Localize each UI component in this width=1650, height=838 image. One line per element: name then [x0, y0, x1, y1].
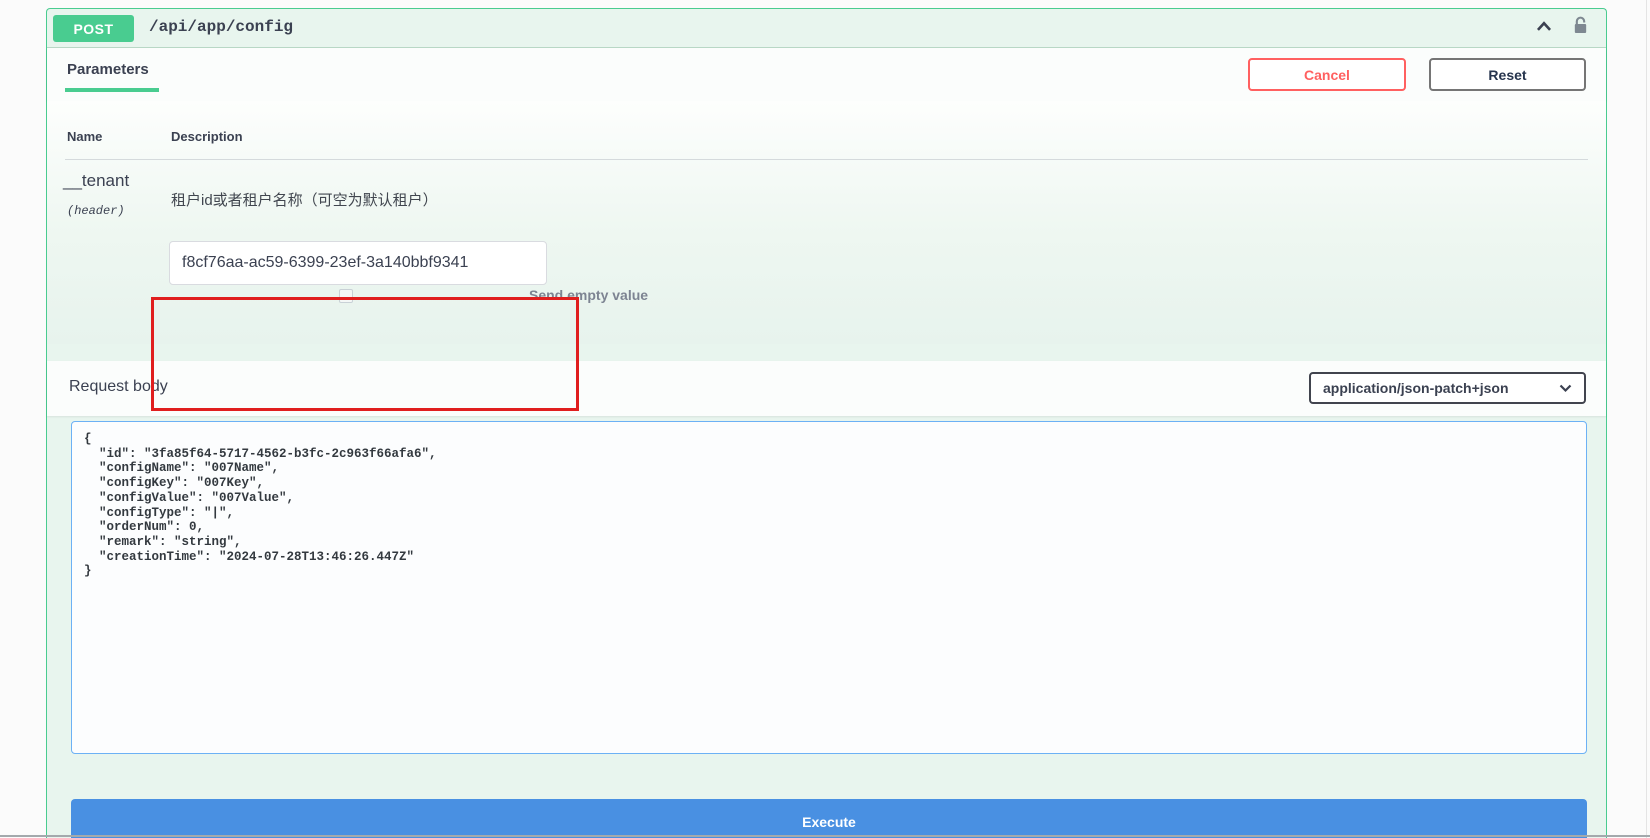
tenant-value-input[interactable]: [169, 241, 547, 285]
column-header-name: Name: [67, 129, 102, 144]
scrollbar-track[interactable]: [1646, 0, 1647, 838]
http-method-badge: POST: [53, 15, 134, 42]
operation-block-post: POST /api/app/config: [46, 8, 1607, 838]
unlock-icon: [1570, 15, 1591, 41]
content-type-value: application/json-patch+json: [1323, 380, 1549, 396]
authorize-button[interactable]: [1568, 16, 1592, 40]
endpoint-path: /api/app/config: [149, 18, 293, 36]
operation-summary[interactable]: POST /api/app/config: [47, 9, 1606, 48]
collapse-button[interactable]: [1532, 16, 1556, 40]
column-header-description: Description: [171, 129, 243, 144]
request-body-label: Request body: [69, 378, 168, 396]
chevron-up-icon: [1533, 15, 1555, 42]
window-bottom-edge: [0, 835, 1650, 837]
send-empty-value-label: Send empty value: [529, 287, 648, 303]
parameters-table: Name Description __tenant (header) 租户id或…: [47, 101, 1606, 344]
content-type-select[interactable]: application/json-patch+json: [1309, 372, 1586, 404]
cancel-button[interactable]: Cancel: [1248, 58, 1406, 91]
table-header-divider: [65, 159, 1588, 160]
parameter-name: __tenant: [63, 171, 129, 191]
execute-button[interactable]: Execute: [71, 799, 1587, 838]
chevron-down-icon: [1559, 380, 1572, 396]
swagger-page: POST /api/app/config: [0, 0, 1650, 838]
parameter-description: 租户id或者租户名称（可空为默认租户）: [171, 189, 438, 210]
send-empty-value-checkbox[interactable]: [339, 289, 353, 303]
parameter-location: (header): [67, 204, 125, 218]
request-body-editor[interactable]: { "id": "3fa85f64-5717-4562-b3fc-2c963f6…: [71, 421, 1587, 754]
request-body-section-header: Request body application/json-patch+json: [47, 361, 1606, 416]
parameters-section-header: Parameters Cancel Reset: [47, 48, 1606, 101]
reset-button[interactable]: Reset: [1429, 58, 1586, 91]
tab-parameters[interactable]: Parameters: [65, 61, 159, 92]
